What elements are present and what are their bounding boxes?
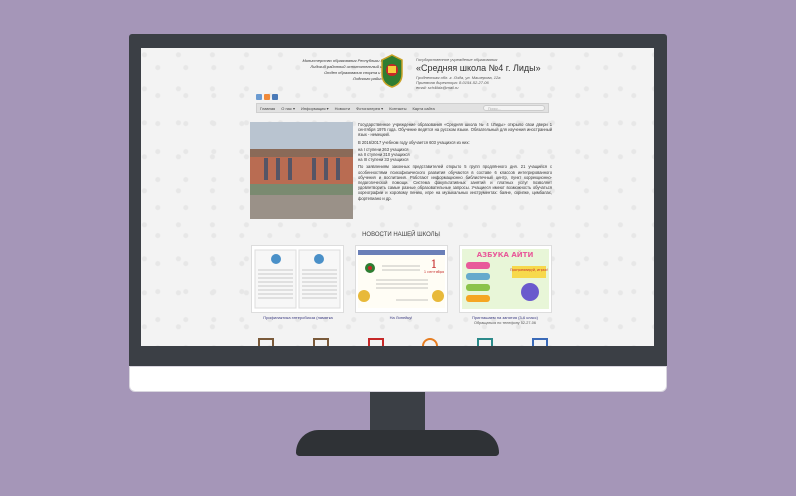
- window: [288, 158, 292, 180]
- nav-item-home[interactable]: Главная: [257, 106, 278, 111]
- it-alphabet-poster: АЗБУКА АЙТИ Программируй, играя!: [462, 249, 549, 309]
- news-card-image[interactable]: АЗБУКА АЙТИ Программируй, играя!: [459, 245, 552, 313]
- nav-item-contacts[interactable]: Контакты: [386, 106, 409, 111]
- intro-paragraph: Государственное учреждение образования «…: [358, 122, 552, 138]
- nav-item-about[interactable]: О нас ▾: [278, 106, 298, 111]
- svg-text:АЗБУКА АЙТИ: АЗБУКА АЙТИ: [477, 250, 534, 259]
- school-title[interactable]: «Средняя школа №4 г. Лиды»: [416, 63, 556, 74]
- school-type-label: Государственное учреждение образования: [416, 57, 498, 62]
- school-intro-text: Государственное учреждение образования «…: [358, 122, 552, 203]
- nav-item-news[interactable]: Новости: [332, 106, 353, 111]
- leaflet-thumbnail: [254, 249, 341, 309]
- intro-paragraph: В 2016/2017 учебном году обучается 603 у…: [358, 139, 470, 145]
- social-icon[interactable]: [264, 94, 270, 100]
- ball-icon[interactable]: [422, 338, 439, 346]
- calendar-icon[interactable]: [367, 338, 384, 346]
- quick-link-icon[interactable]: [312, 338, 329, 346]
- header-ministry-text: Министерство образования Республики Бела…: [268, 58, 398, 82]
- school-building-photo: [250, 122, 353, 219]
- search-input[interactable]: Поиск...: [483, 105, 545, 111]
- social-icon[interactable]: [272, 94, 278, 100]
- first-september-poster: 1 1 сентября: [358, 250, 445, 308]
- ministry-line: Лидского райисполкома: [352, 76, 398, 81]
- monitor-frame: Министерство образования Республики Бела…: [129, 34, 667, 366]
- monitor-stand-neck: [370, 392, 425, 432]
- school-emblem-logo[interactable]: [380, 54, 404, 88]
- screen: Министерство образования Республики Бела…: [141, 48, 654, 346]
- social-icon[interactable]: [256, 94, 262, 100]
- news-item-title[interactable]: Приглашаем на занятия (3-6 класс): [455, 315, 555, 320]
- quick-link-icon[interactable]: [258, 338, 274, 346]
- news-card-image[interactable]: 1 1 сентября: [355, 245, 448, 313]
- nav-item-gallery[interactable]: Фотогалерея ▾: [353, 106, 386, 111]
- window: [276, 158, 280, 180]
- news-item-title[interactable]: Профилактика энтеробиоза (памятка: [248, 315, 348, 320]
- window: [324, 158, 328, 180]
- monitor-stand-base: [296, 430, 499, 456]
- monitor-chin: [129, 366, 667, 392]
- svg-text:Программируй, играя!: Программируй, играя!: [510, 268, 548, 272]
- nav-item-info[interactable]: Информация ▾: [298, 106, 332, 111]
- news-section-title: НОВОСТИ НАШЕЙ ШКОЛЫ: [362, 232, 440, 238]
- intro-stat: на III ступени 33 учащихся: [358, 157, 409, 163]
- quick-link-icon[interactable]: [531, 338, 548, 346]
- news-item-subtitle: Обращаться по телефону 52-27-06: [474, 321, 536, 325]
- school-website: Министерство образования Республики Бела…: [248, 54, 554, 346]
- main-navigation: Главная О нас ▾ Информация ▾ Новости Фот…: [256, 103, 549, 113]
- svg-text:1 сентября: 1 сентября: [424, 270, 444, 274]
- window: [264, 158, 268, 180]
- news-card-image[interactable]: [251, 245, 344, 313]
- school-email[interactable]: email: sch4lida@mail.ru: [416, 85, 556, 90]
- quick-links-row: [258, 338, 548, 346]
- social-links: [256, 94, 278, 100]
- news-item-title[interactable]: На Линейку!: [351, 315, 451, 320]
- window: [312, 158, 316, 180]
- window: [336, 158, 340, 180]
- quick-link-icon[interactable]: [477, 338, 494, 346]
- header-school-info: Государственное учреждение образования «…: [416, 57, 556, 90]
- nav-item-sitemap[interactable]: Карта сайта: [409, 106, 437, 111]
- intro-paragraph: По заявлениям законных представителей от…: [358, 164, 552, 201]
